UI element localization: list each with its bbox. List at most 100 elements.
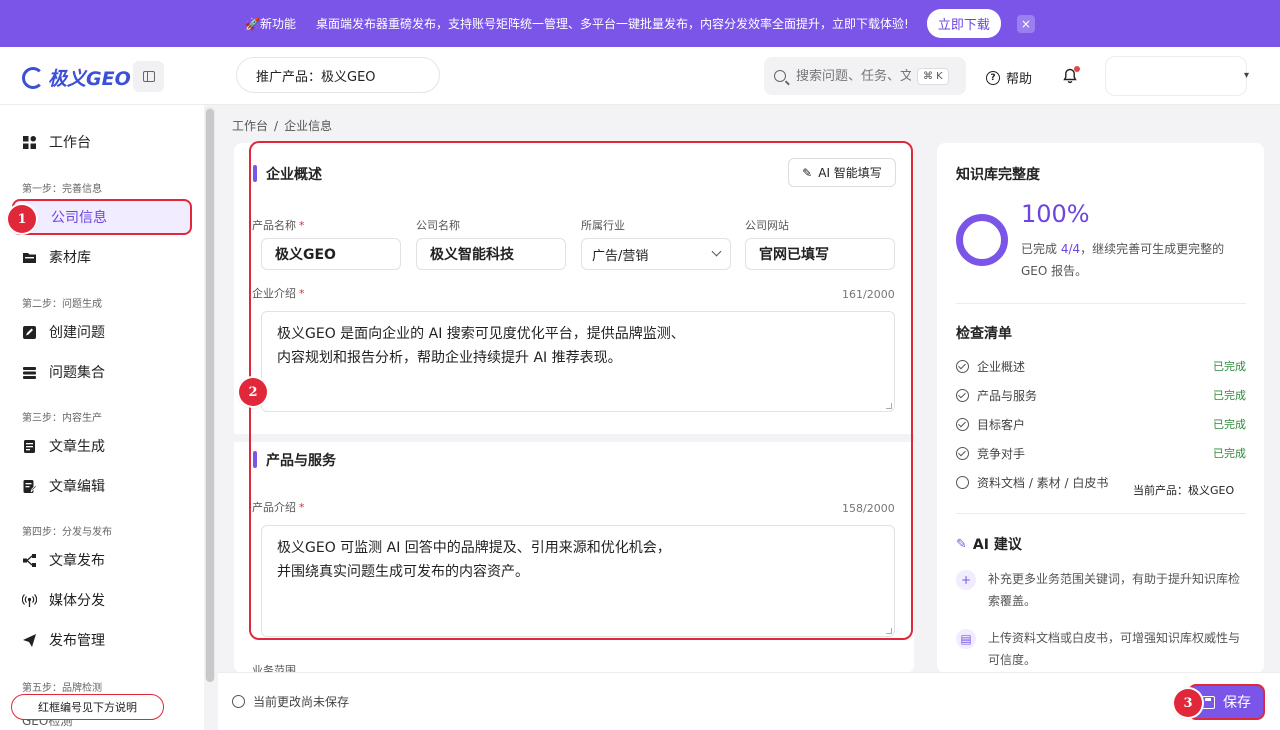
current-product-tooltip: 当前产品：极义GEO <box>1131 481 1237 499</box>
completeness-title: 知识库完整度 <box>956 167 1040 183</box>
suggestion-item: ▤ 上传资料文档或白皮书，可增强知识库权威性与可信度。 <box>956 627 1246 671</box>
logo-text: 极义GEO <box>48 68 131 90</box>
product-name-field[interactable]: 极义GEO <box>261 238 401 270</box>
file-icon: ▤ <box>956 629 976 649</box>
notification-dot <box>1074 66 1080 72</box>
announcement-tag: 🚀新功能 <box>245 17 297 31</box>
sidebar-collapse-icon <box>142 71 155 82</box>
help-button[interactable]: ? 帮助 <box>986 68 1032 87</box>
search-box[interactable]: ⌘ K <box>764 57 966 95</box>
logo[interactable]: 极义GEO <box>22 64 131 91</box>
website-label: 公司网站 <box>745 219 789 232</box>
notification-button[interactable] <box>1062 66 1080 84</box>
sidebar-item-article-gen[interactable]: 文章生成 <box>12 428 192 464</box>
plus-icon: + <box>956 570 976 590</box>
folder-icon <box>23 252 36 263</box>
stack-icon <box>23 366 36 379</box>
intro-text-line: 极义GEO 是面向企业的 AI 搜索可见度优化平台，提供品牌监测、 <box>277 326 685 342</box>
chevron-down-icon <box>711 246 722 257</box>
sidebar-step-label: 第一步：完善信息 <box>22 184 102 195</box>
product-selector[interactable]: 推广产品：极义GEO <box>236 57 440 93</box>
divider <box>956 303 1246 304</box>
sidebar-item-article-edit[interactable]: 文章编辑 <box>12 468 192 504</box>
intro-textarea[interactable]: 极义GEO 是面向企业的 AI 搜索可见度优化平台，提供品牌监测、 内容规划和报… <box>261 311 895 412</box>
shortcut-hint: ⌘ K <box>917 67 949 85</box>
company-name-label: 公司名称 <box>416 219 460 232</box>
sidebar-item-label: 发布管理 <box>49 633 105 649</box>
circle-icon <box>956 475 969 489</box>
section-title-products: 产品与服务 <box>253 450 336 470</box>
section-title-overview: 企业概述 <box>253 164 322 184</box>
sidebar-item-workbench[interactable]: 工作台 <box>12 124 192 160</box>
sidebar-step-label: 第二步：问题生成 <box>22 299 102 310</box>
sidebar-item-materials[interactable]: 素材库 <box>12 239 192 275</box>
completeness-percent: 100% <box>1021 200 1090 228</box>
sidebar-step-label: 第四步：分发与发布 <box>22 527 112 538</box>
sidebar-item-media-dist[interactable]: 媒体分发 <box>12 582 192 618</box>
sidebar: 工作台 第一步：完善信息 公司信息 素材库 第二步：问题生成 创建问题 问题集合… <box>0 105 204 730</box>
checklist-item[interactable]: 产品与服务 已完成 <box>956 385 1246 405</box>
sidebar-item-label: 工作台 <box>49 135 91 151</box>
sidebar-item-label: 创建问题 <box>49 325 105 341</box>
unsaved-status: 当前更改尚未保存 <box>232 693 349 710</box>
check-circle-icon <box>956 446 969 460</box>
scrollbar-thumb[interactable] <box>206 109 214 682</box>
sidebar-item-question-set[interactable]: 问题集合 <box>12 354 192 390</box>
magic-wand-icon: ✎ <box>802 165 813 180</box>
dashboard-icon <box>23 135 36 149</box>
search-icon <box>774 70 786 82</box>
sidebar-scrollbar[interactable] <box>205 107 215 682</box>
breadcrumb-separator: / <box>274 119 279 133</box>
sidebar-toggle-button[interactable] <box>133 61 164 92</box>
website-field[interactable]: 官网已填写 <box>745 238 895 270</box>
checklist-item[interactable]: 竞争对手 已完成 <box>956 443 1246 463</box>
ai-fill-label: AI 智能填写 <box>818 166 882 180</box>
search-input[interactable] <box>796 68 911 84</box>
sidebar-item-label: 文章发布 <box>49 553 105 569</box>
help-icon: ? <box>986 70 1000 85</box>
check-circle-icon <box>956 417 969 431</box>
company-name-field[interactable]: 极义智能科技 <box>416 238 566 270</box>
checklist-item[interactable]: 目标客户 已完成 <box>956 414 1246 434</box>
logo-mark-icon <box>22 66 44 89</box>
close-announcement-button[interactable]: × <box>1016 14 1035 33</box>
product-intro-text-line: 极义GEO 可监测 AI 回答中的品牌提及、引用来源和优化机会， <box>277 540 671 556</box>
resize-handle-icon[interactable] <box>886 403 892 409</box>
download-button[interactable]: 立即下载 <box>926 9 1001 38</box>
sidebar-item-create-question[interactable]: 创建问题 <box>12 314 192 350</box>
resize-handle-icon[interactable] <box>886 628 892 634</box>
ai-fill-button[interactable]: ✎ AI 智能填写 <box>788 158 896 187</box>
user-menu[interactable]: ▾ <box>1105 56 1249 96</box>
product-intro-textarea[interactable]: 极义GEO 可监测 AI 回答中的品牌提及、引用来源和优化机会， 并围绕真实问题… <box>261 525 895 637</box>
checklist-item[interactable]: 企业概述 已完成 <box>956 356 1246 376</box>
breadcrumb-workbench[interactable]: 工作台 <box>232 119 268 133</box>
product-intro-text-line: 并围绕真实问题生成可发布的内容资产。 <box>277 564 529 580</box>
industry-select[interactable]: 广告/营销 <box>581 238 731 270</box>
circle-icon <box>232 695 245 708</box>
sidebar-item-label: 公司信息 <box>51 210 107 226</box>
check-circle-icon <box>956 359 969 373</box>
sidebar-item-company-info[interactable]: 公司信息 <box>12 199 192 235</box>
top-header: 极义GEO 推广产品：极义GEO ⌘ K ? 帮助 ▾ <box>0 47 1280 105</box>
check-circle-icon <box>956 388 969 402</box>
annotation-badge-3: 3 <box>1174 689 1202 717</box>
product-intro-char-count: 158/2000 <box>842 502 895 515</box>
checklist-title: 检查清单 <box>956 326 1012 342</box>
broadcast-icon <box>22 593 37 607</box>
industry-label: 所属行业 <box>581 219 625 232</box>
completeness-ring <box>956 214 1008 266</box>
sidebar-item-publish-mgmt[interactable]: 发布管理 <box>12 622 192 658</box>
product-intro-label: 产品介绍 * <box>252 501 305 514</box>
sidebar-step-label: 第三步：内容生产 <box>22 413 102 424</box>
sidebar-item-article-publish[interactable]: 文章发布 <box>12 542 192 578</box>
sidebar-item-label: 媒体分发 <box>49 593 105 609</box>
sidebar-item-label: 素材库 <box>49 250 91 266</box>
chevron-down-icon: ▾ <box>1243 70 1249 81</box>
intro-text-line: 内容规划和报告分析，帮助企业持续提升 AI 推荐表现。 <box>277 350 622 366</box>
send-icon <box>23 633 36 647</box>
edit-box-icon <box>23 325 36 339</box>
breadcrumb-current: 企业信息 <box>284 119 333 133</box>
sidebar-item-label: 文章生成 <box>49 439 105 455</box>
intro-label: 企业介绍 * <box>252 287 305 300</box>
sidebar-step-label: 第五步：品牌检测 <box>22 683 102 694</box>
